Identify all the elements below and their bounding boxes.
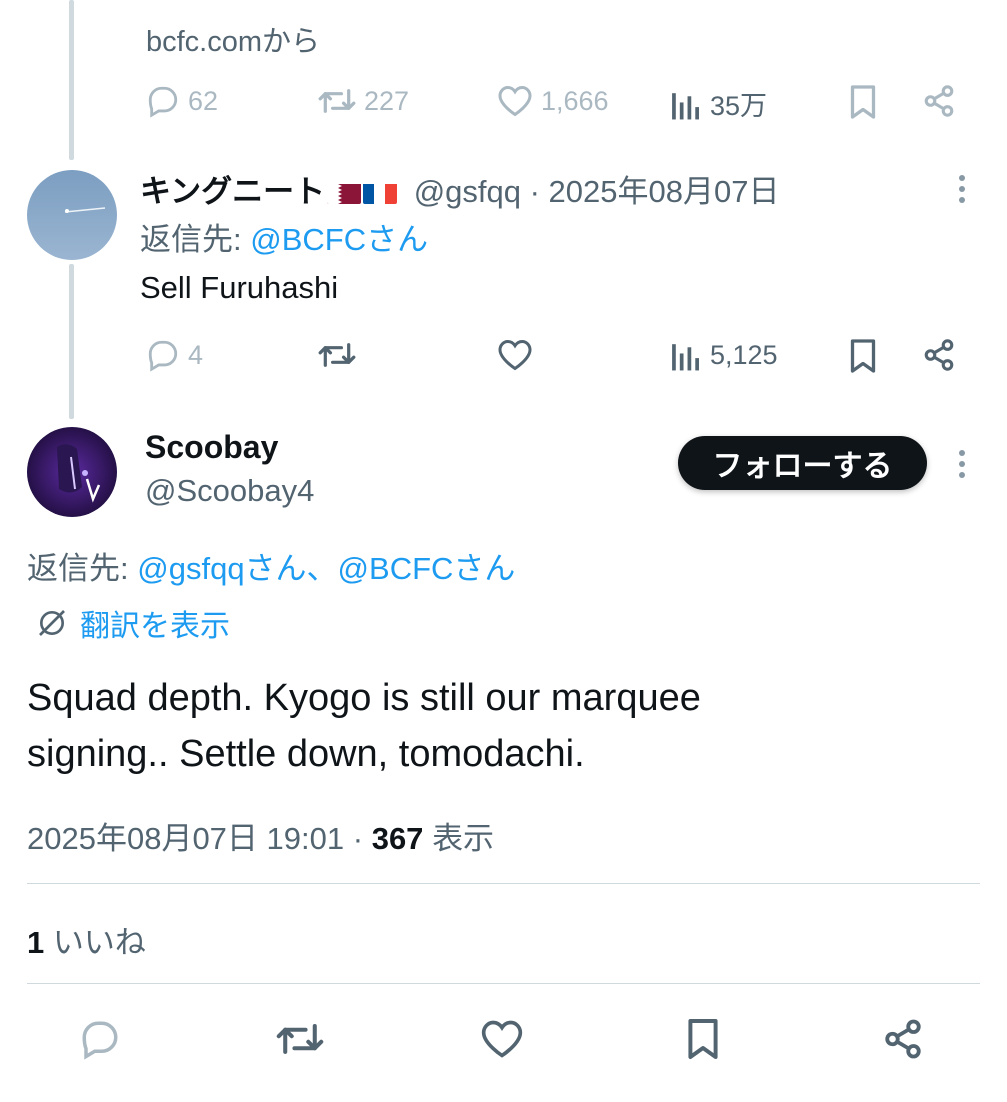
thread-line-middle (69, 264, 74, 419)
reply-to-link[interactable]: @BCFCさん (250, 222, 428, 257)
views-button[interactable]: 5,125 (670, 338, 778, 372)
more-button[interactable] (958, 450, 966, 483)
views-count: 5,125 (710, 339, 778, 370)
tweet-text: Squad depth. Kyogo is still our marquee … (27, 670, 701, 782)
bookmark-icon (850, 339, 876, 373)
views-count: 35万 (710, 91, 768, 121)
translate-link[interactable]: 翻訳を表示 (36, 601, 230, 645)
reply-button[interactable]: 62 (146, 84, 218, 118)
like-count: 1,666 (541, 85, 609, 116)
reply-count: 62 (188, 85, 219, 116)
more-icon-dot (959, 186, 965, 192)
share-button[interactable] (922, 84, 956, 118)
more-icon-dot (959, 197, 965, 203)
bookmark-icon (688, 1019, 718, 1059)
display-name[interactable]: Scoobay (145, 429, 278, 466)
retweet-icon (276, 1024, 324, 1054)
likes-summary[interactable]: 1 いいね (27, 917, 146, 962)
retweet-button[interactable] (318, 338, 356, 372)
avatar[interactable] (27, 427, 117, 517)
display-name[interactable]: キングニート (140, 174, 325, 209)
like-button[interactable] (480, 1018, 524, 1060)
share-button[interactable] (882, 1018, 924, 1060)
like-button[interactable]: 1,666 (497, 84, 609, 118)
reply-count: 4 (188, 339, 204, 370)
reply-icon (82, 1021, 118, 1060)
reply-to-links[interactable]: @gsfqqさん、@BCFCさん (137, 551, 515, 586)
share-button[interactable] (922, 338, 956, 372)
retweet-button[interactable]: 227 (318, 84, 409, 118)
reply-button[interactable] (79, 1018, 121, 1060)
more-icon-dot (959, 472, 965, 478)
tweet-header: キングニート @gsfqq · 2025年08月07日 (140, 166, 779, 211)
france-flag-icon (363, 180, 398, 204)
divider (27, 883, 980, 884)
retweet-button[interactable] (276, 1018, 324, 1060)
thread-line-top (69, 0, 74, 160)
bookmark-button[interactable] (685, 1016, 721, 1062)
translate-label: 翻訳を表示 (80, 610, 230, 643)
more-icon-dot (959, 461, 965, 467)
more-icon (959, 450, 965, 456)
likes-count: 1 (27, 925, 45, 960)
divider (27, 983, 980, 984)
reply-icon (148, 86, 178, 118)
reply-context: 返信先: @gsfqqさん、@BCFCさん (27, 543, 515, 588)
reply-prefix: 返信先: (27, 551, 129, 586)
meta-separator: · (352, 821, 364, 856)
bookmark-button[interactable] (848, 338, 878, 374)
like-button[interactable] (497, 338, 533, 372)
views-count: 367 (371, 821, 424, 856)
tweet-text-line: Squad depth. Kyogo is still our marquee (27, 677, 701, 719)
like-icon (498, 85, 532, 117)
share-icon (924, 85, 954, 117)
retweet-icon (318, 89, 356, 113)
tweet-source[interactable]: bcfc.comから (146, 18, 320, 60)
follow-button[interactable]: フォローする (678, 436, 927, 490)
bookmark-button[interactable] (848, 84, 878, 120)
views-icon (672, 344, 699, 371)
share-icon (885, 1019, 921, 1059)
views-label: 表示 (432, 821, 495, 856)
likes-label: いいね (52, 925, 146, 960)
reply-context: 返信先: @BCFCさん (140, 214, 428, 259)
retweet-icon (318, 343, 356, 367)
handle[interactable]: @Scoobay4 (145, 473, 314, 509)
more-icon (959, 175, 965, 181)
retweet-count: 227 (364, 85, 410, 116)
views-button[interactable]: 35万 (670, 84, 767, 123)
tweet-text: Sell Furuhashi (140, 270, 339, 305)
views-icon (672, 92, 699, 119)
handle-and-date[interactable]: @gsfqq · 2025年08月07日 (414, 174, 780, 209)
like-icon (498, 339, 532, 371)
tweet-text-line: signing.. Settle down, tomodachi. (27, 733, 585, 775)
qatar-flag-icon (327, 180, 362, 204)
reply-icon (148, 340, 178, 372)
timestamp[interactable]: 2025年08月07日 19:01 (27, 821, 344, 856)
like-icon (481, 1020, 523, 1058)
tweet-meta: 2025年08月07日 19:01 · 367 表示 (27, 813, 494, 858)
translate-icon (39, 610, 65, 636)
bookmark-icon (850, 85, 876, 119)
more-button[interactable] (958, 175, 966, 208)
share-icon (924, 339, 954, 371)
reply-prefix: 返信先: (140, 222, 242, 257)
avatar[interactable] (27, 170, 117, 260)
reply-button[interactable]: 4 (146, 338, 203, 372)
